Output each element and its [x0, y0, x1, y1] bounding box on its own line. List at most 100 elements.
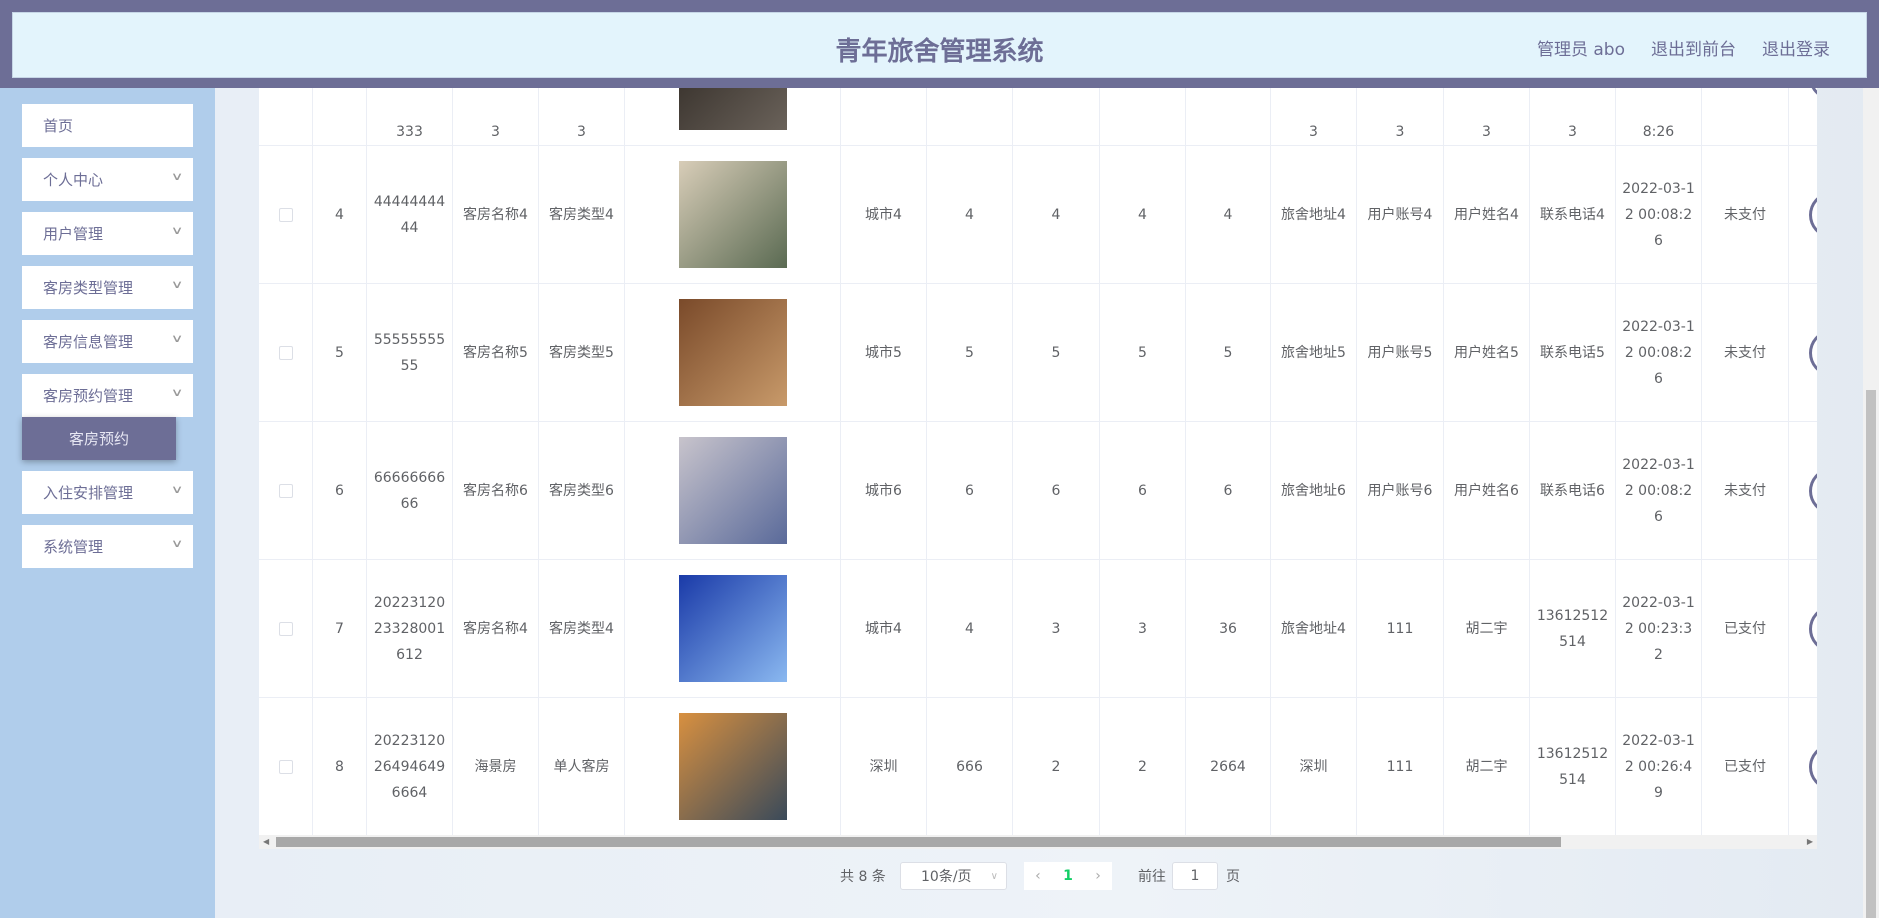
cell-account: 用户账号6: [1357, 422, 1444, 559]
room-image: [678, 161, 787, 268]
cell-user-name: 3: [1444, 88, 1530, 145]
cell-total: 4: [1186, 146, 1271, 283]
horizontal-scrollbar[interactable]: ◀ ▶: [259, 835, 1817, 849]
sidebar-item-label: 系统管理: [43, 538, 104, 556]
cell-address: 3: [1271, 88, 1357, 145]
cell-time: 8:26: [1616, 88, 1702, 145]
row-checkbox[interactable]: [278, 207, 293, 222]
sidebar-item[interactable]: 首页: [22, 104, 193, 147]
action-button[interactable]: [1809, 330, 1817, 375]
cell-count: 4: [1013, 146, 1100, 283]
sidebar-item-label: 客房预约管理: [43, 387, 134, 405]
cell-index: 5: [313, 284, 367, 421]
cell-price: [927, 88, 1013, 145]
sidebar-item[interactable]: 客房信息管理 ∨: [22, 320, 193, 363]
cell-time: 2022-03-12 00:08:26: [1616, 284, 1702, 421]
logout-link[interactable]: 退出登录: [1762, 35, 1830, 60]
cell-account: 3: [1357, 88, 1444, 145]
chevron-down-icon: ∨: [170, 483, 184, 496]
cell-address: 旅舍地址4: [1271, 560, 1357, 697]
room-image: [678, 88, 787, 130]
scroll-left-icon[interactable]: ◀: [263, 835, 269, 849]
cell-address: 深圳: [1271, 698, 1357, 835]
actions-cell: [1789, 560, 1817, 697]
cell-account: 111: [1357, 698, 1444, 835]
cell-city: 城市5: [841, 284, 927, 421]
sidebar-item-label: 首页: [43, 117, 74, 135]
goto-page-input[interactable]: 1: [1172, 862, 1218, 890]
sidebar-item-label: 客房信息管理: [43, 333, 134, 351]
cell-city: 城市4: [841, 560, 927, 697]
pagination: 共 8 条 10条/页 ∨ ‹ 1 › 前往 1 页: [0, 862, 1879, 890]
actions-cell: [1789, 284, 1817, 421]
cell-room-type: 客房类型5: [539, 284, 625, 421]
next-page-icon[interactable]: ›: [1095, 868, 1101, 884]
vertical-scrollbar[interactable]: [1863, 88, 1879, 918]
cell-time: 2022-03-12 00:08:26: [1616, 422, 1702, 559]
cell-order-no: 5555555555: [367, 284, 453, 421]
table-row: 6 6666666666 客房名称6 客房类型6 城市6 6 6 6 6 旅舍地址6 用户账号6 用户…: [259, 422, 1817, 560]
page-number-current[interactable]: 1: [1063, 868, 1073, 884]
cell-status: 未支付: [1702, 146, 1789, 283]
action-button[interactable]: [1809, 606, 1817, 651]
room-image: [678, 437, 787, 544]
row-checkbox-cell: [259, 284, 313, 421]
row-checkbox[interactable]: [278, 345, 293, 360]
sidebar-item[interactable]: 个人中心 ∨: [22, 158, 193, 201]
room-image-cell: [625, 146, 841, 283]
exit-to-front-link[interactable]: 退出到前台: [1651, 35, 1736, 60]
action-button[interactable]: [1809, 744, 1817, 789]
scroll-right-icon[interactable]: ▶: [1807, 835, 1813, 849]
action-button[interactable]: [1809, 192, 1817, 237]
chevron-down-icon: ∨: [170, 278, 184, 291]
action-button[interactable]: [1809, 468, 1817, 513]
cell-phone: 联系电话5: [1530, 284, 1616, 421]
row-checkbox[interactable]: [278, 621, 293, 636]
cell-price: 4: [927, 560, 1013, 697]
cell-days: 4: [1100, 146, 1186, 283]
room-image-cell: [625, 698, 841, 835]
cell-status: 未支付: [1702, 422, 1789, 559]
cell-index: 8: [313, 698, 367, 835]
cell-total: 6: [1186, 422, 1271, 559]
row-checkbox[interactable]: [278, 759, 293, 774]
row-checkbox[interactable]: [278, 483, 293, 498]
horizontal-scroll-thumb[interactable]: [276, 837, 1561, 847]
room-image-cell: [625, 560, 841, 697]
cell-price: 5: [927, 284, 1013, 421]
sidebar-item[interactable]: 系统管理 ∨: [22, 525, 193, 568]
booking-table: 333 3 3 3 3 3 3 8:26 4 4444444444 客房名称4 客房类型4 城市4 4 4 4…: [259, 88, 1817, 835]
room-image: [678, 575, 787, 682]
action-button[interactable]: [1809, 88, 1817, 99]
cell-city: 深圳: [841, 698, 927, 835]
chevron-down-icon: ∨: [170, 386, 184, 399]
cell-price: 666: [927, 698, 1013, 835]
cell-room-name: 客房名称4: [453, 560, 539, 697]
prev-page-icon[interactable]: ‹: [1035, 868, 1041, 884]
cell-city: 城市6: [841, 422, 927, 559]
cell-order-no: 333: [367, 88, 453, 145]
sidebar-item[interactable]: 客房类型管理 ∨: [22, 266, 193, 309]
sidebar-item[interactable]: 客房预约管理 ∨: [22, 374, 193, 417]
table-row: 7 2022312023328001612 客房名称4 客房类型4 城市4 4 3 3 36 旅舍…: [259, 560, 1817, 698]
actions-cell: [1789, 422, 1817, 559]
table-row: 4 4444444444 客房名称4 客房类型4 城市4 4 4 4 4 旅舍地址4 用户账号4 用户…: [259, 146, 1817, 284]
vertical-scroll-thumb[interactable]: [1866, 390, 1876, 918]
cell-phone: 联系电话4: [1530, 146, 1616, 283]
table-row: 333 3 3 3 3 3 3 8:26: [259, 88, 1817, 146]
sidebar-item[interactable]: 入住安排管理 ∨: [22, 471, 193, 514]
cell-room-name: 3: [453, 88, 539, 145]
sidebar-item-label: 个人中心: [43, 171, 104, 189]
page-size-select[interactable]: 10条/页 ∨: [900, 862, 1007, 890]
cell-total: [1186, 88, 1271, 145]
sidebar-item-label: 用户管理: [43, 225, 104, 243]
top-header: 青年旅舍管理系统 管理员 abo 退出到前台 退出登录: [0, 0, 1879, 88]
cell-user-name: 用户姓名6: [1444, 422, 1530, 559]
sidebar-subitem-room-booking[interactable]: 客房预约: [22, 417, 176, 460]
cell-price: 4: [927, 146, 1013, 283]
cell-order-no: 2022312026494649 6664: [367, 698, 453, 835]
sidebar: 首页 个人中心 ∨ 用户管理 ∨ 客房类型管理 ∨ 客房信息管理 ∨ 客房预约管理 ∨ 客房预约 入住安…: [0, 88, 215, 918]
cell-account: 用户账号5: [1357, 284, 1444, 421]
sidebar-item[interactable]: 用户管理 ∨: [22, 212, 193, 255]
row-checkbox-cell: [259, 698, 313, 835]
